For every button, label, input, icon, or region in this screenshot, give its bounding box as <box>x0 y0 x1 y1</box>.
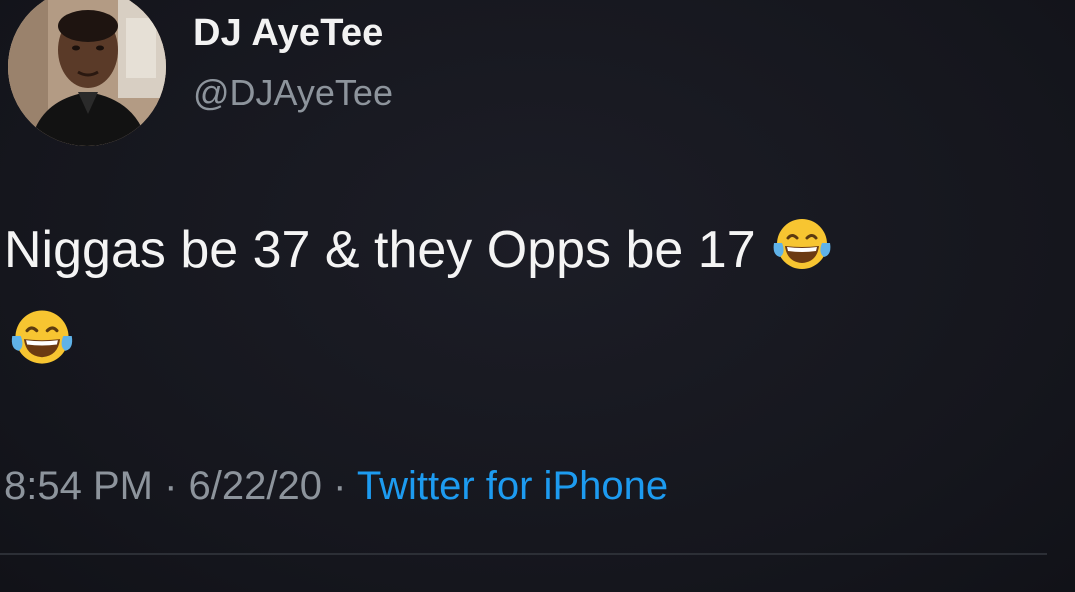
divider <box>0 553 1047 555</box>
tweet-body: Niggas be 37 & they Opps be 17 <box>4 221 756 279</box>
tweet-time[interactable]: 8:54 PM <box>4 464 153 508</box>
tweet-metadata: 8:54 PM · 6/22/20 · Twitter for iPhone <box>4 464 668 509</box>
meta-separator: · <box>333 464 347 508</box>
face-with-tears-of-joy-icon <box>773 219 831 269</box>
display-name[interactable]: DJ AyeTee <box>193 12 383 55</box>
user-handle[interactable]: @DJAyeTee <box>193 72 393 114</box>
tweet-source-link[interactable]: Twitter for iPhone <box>357 464 668 508</box>
tweet-date[interactable]: 6/22/20 <box>189 464 322 508</box>
face-with-tears-of-joy-icon <box>11 310 73 364</box>
avatar[interactable] <box>8 0 166 146</box>
tweet-text: Niggas be 37 & they Opps be 17 <box>4 208 1064 292</box>
tweet-card: DJ AyeTee @DJAyeTee Niggas be 37 & they … <box>0 0 1075 592</box>
meta-separator: · <box>164 464 178 508</box>
